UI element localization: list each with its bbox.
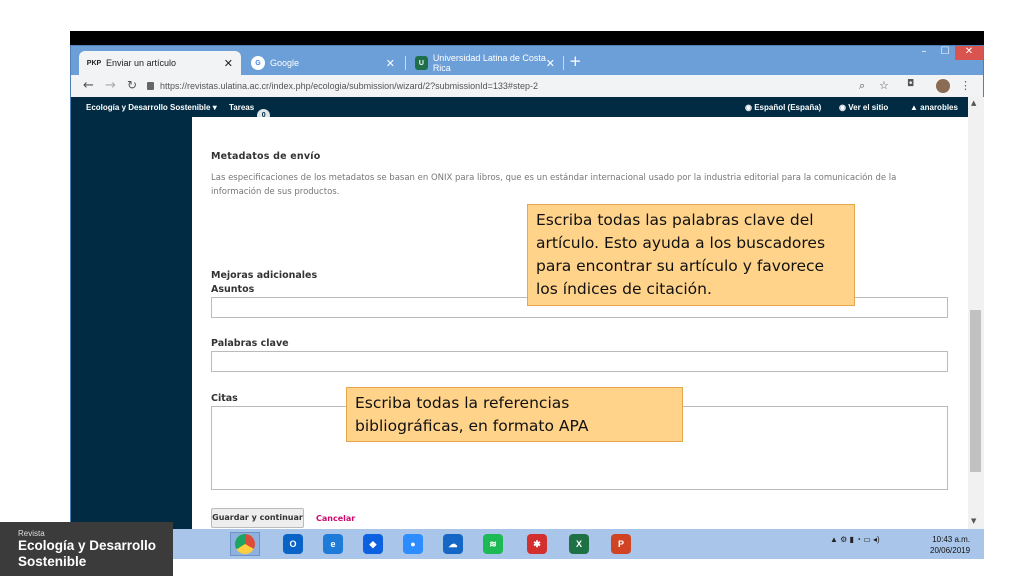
page-scrollbar[interactable]: ▲ ▼ bbox=[968, 97, 984, 529]
metadata-description: Las especificaciones de los metadatos se… bbox=[211, 173, 897, 197]
powerpoint-icon: P bbox=[611, 534, 631, 554]
submission-form: Metadatos de envío Las especificaciones … bbox=[192, 117, 968, 529]
lock-icon bbox=[147, 82, 154, 90]
scroll-up-icon[interactable]: ▲ bbox=[971, 99, 976, 107]
taskbar-app[interactable]: X bbox=[564, 532, 594, 556]
reload-icon[interactable]: ↻ bbox=[127, 78, 137, 92]
bookmark-star-icon[interactable]: ☆ bbox=[879, 79, 889, 92]
onedrive-icon: ☁ bbox=[443, 534, 463, 554]
tasks-link[interactable]: Tareas 0 bbox=[229, 103, 271, 122]
keywords-input[interactable] bbox=[211, 351, 948, 372]
cancel-link[interactable]: Cancelar bbox=[316, 514, 355, 523]
url-text: https://revistas.ulatina.ac.cr/index.php… bbox=[160, 81, 538, 91]
taskbar-app[interactable]: e bbox=[318, 532, 348, 556]
journal-menu[interactable]: Ecología y Desarrollo Sostenible ▾ bbox=[86, 103, 217, 112]
forward-icon[interactable]: → bbox=[105, 78, 116, 93]
tab-strip: PKP Enviar un artículo ✕ G Google ✕ U Un… bbox=[71, 46, 983, 75]
tab-ulatina[interactable]: U Universidad Latina de Costa Rica ✕ bbox=[407, 51, 563, 75]
user-icon: ▲ bbox=[910, 103, 918, 112]
taskbar-app[interactable]: ● bbox=[398, 532, 428, 556]
eye-icon: ◉ bbox=[839, 103, 846, 112]
scroll-down-icon[interactable]: ▼ bbox=[971, 517, 976, 525]
sidebar bbox=[71, 117, 192, 529]
tray-icons[interactable]: ▲ ⚙ ▮ ◔ ▭ ◂) bbox=[830, 535, 880, 544]
edge-icon: e bbox=[323, 534, 343, 554]
profile-avatar[interactable] bbox=[936, 79, 950, 93]
windows-taskbar: Oe ◆ ● ☁ ≋ ✱ X P ▲ ⚙ ▮ ◔ ▭ ◂) 10:43 a.m. 20/06/… bbox=[70, 529, 984, 559]
taskbar-app[interactable]: ◆ bbox=[358, 532, 388, 556]
taskbar-app[interactable]: O bbox=[278, 532, 308, 556]
extension-icon[interactable]: ◘ bbox=[907, 79, 914, 89]
user-menu[interactable]: ▲ anarobles bbox=[910, 103, 958, 112]
close-icon[interactable]: ✕ bbox=[546, 57, 555, 70]
taskbar-app[interactable]: ✱ bbox=[522, 532, 552, 556]
taskbar-app[interactable]: ≋ bbox=[478, 532, 508, 556]
address-bar[interactable]: https://revistas.ulatina.ac.cr/index.php… bbox=[147, 78, 879, 94]
scroll-thumb[interactable] bbox=[970, 310, 981, 472]
tab-google[interactable]: G Google ✕ bbox=[243, 51, 403, 75]
menu-dots-icon[interactable]: ⋮ bbox=[960, 79, 971, 92]
pkp-icon: PKP bbox=[86, 59, 102, 67]
maximize-button[interactable]: ☐ bbox=[935, 46, 955, 60]
close-icon[interactable]: ✕ bbox=[224, 57, 233, 70]
brand-label: Revista bbox=[18, 529, 45, 538]
taskbar-app[interactable] bbox=[230, 532, 260, 556]
app-red-icon: ✱ bbox=[527, 534, 547, 554]
tab-divider bbox=[563, 56, 564, 70]
keywords-callout: Escriba todas las palabras clave del art… bbox=[527, 204, 855, 306]
back-icon[interactable]: ← bbox=[83, 78, 94, 93]
dropbox-icon: ◆ bbox=[363, 534, 383, 554]
tab-label: Universidad Latina de Costa Rica bbox=[432, 53, 546, 73]
browser-toolbar: ← → ↻ https://revistas.ulatina.ac.cr/ind… bbox=[71, 75, 983, 97]
view-site-link[interactable]: ◉ Ver el sitio bbox=[839, 103, 888, 112]
metadata-heading: Metadatos de envío bbox=[211, 151, 321, 162]
brand-title: Ecología y Desarrollo Sostenible bbox=[18, 538, 157, 569]
taskbar-app[interactable]: P bbox=[606, 532, 636, 556]
ulatina-icon: U bbox=[415, 56, 428, 70]
close-window-button[interactable]: ✕ bbox=[955, 46, 983, 60]
save-continue-button[interactable]: Guardar y continuar bbox=[211, 508, 304, 528]
minimize-button[interactable]: – bbox=[913, 46, 935, 60]
google-icon: G bbox=[251, 56, 265, 70]
additional-heading: Mejoras adicionales bbox=[211, 270, 318, 281]
chrome-icon bbox=[235, 534, 255, 554]
citations-label: Citas bbox=[211, 393, 238, 404]
globe-icon: ◉ bbox=[745, 103, 752, 112]
excel-icon: X bbox=[569, 534, 589, 554]
spotify-icon: ≋ bbox=[483, 534, 503, 554]
keywords-label: Palabras clave bbox=[211, 338, 289, 349]
new-tab-button[interactable]: + bbox=[569, 54, 582, 69]
tab-label: Enviar un artículo bbox=[106, 58, 177, 68]
zoom-icon: ● bbox=[403, 534, 423, 554]
slide: PKP Enviar un artículo ✕ G Google ✕ U Un… bbox=[0, 0, 1024, 576]
zoom-search-icon[interactable]: ⌕ bbox=[859, 79, 865, 93]
close-icon[interactable]: ✕ bbox=[386, 57, 395, 70]
site-header: Ecología y Desarrollo Sostenible ▾ Tarea… bbox=[71, 97, 968, 122]
tab-divider bbox=[405, 56, 406, 70]
references-callout: Escriba todas la referencias bibliográfi… bbox=[346, 387, 683, 442]
taskbar-app[interactable]: ☁ bbox=[438, 532, 468, 556]
tab-label: Google bbox=[270, 58, 300, 68]
outlook-icon: O bbox=[283, 534, 303, 554]
system-clock[interactable]: 10:43 a.m. 20/06/2019 bbox=[930, 534, 970, 556]
language-menu[interactable]: ◉ Español (España) bbox=[745, 103, 821, 112]
subjects-label: Asuntos bbox=[211, 284, 255, 295]
top-black-band bbox=[70, 31, 984, 45]
tab-enviar-articulo[interactable]: PKP Enviar un artículo ✕ bbox=[79, 51, 241, 75]
journal-brand: Revista Ecología y Desarrollo Sostenible bbox=[0, 522, 173, 576]
